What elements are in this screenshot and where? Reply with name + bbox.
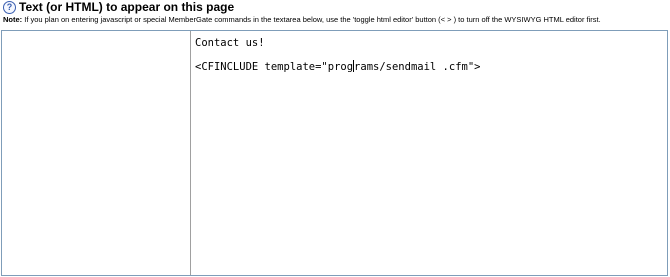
editor-note: Note: If you plan on entering javascript… (3, 15, 601, 25)
note-label: Note: (3, 15, 23, 24)
editor-line-cfinclude: <CFINCLUDE template="programs/sendmail .… (195, 60, 667, 73)
editor-blank-line (195, 50, 667, 60)
html-editor-frame: Contact us! <CFINCLUDE template="program… (1, 30, 668, 276)
editor-line-contact: Contact us! (195, 37, 265, 49)
help-icon[interactable]: ? (3, 1, 16, 14)
editor-left-pane (2, 31, 191, 275)
field-header: ? Text (or HTML) to appear on this page … (0, 0, 670, 30)
field-title: Text (or HTML) to appear on this page (19, 0, 235, 14)
page-text-editor[interactable]: Contact us! <CFINCLUDE template="program… (192, 31, 667, 275)
editor-text-before-caret: <CFINCLUDE template="prog (195, 61, 354, 73)
editor-text-after-caret: rams/sendmail .cfm"> (354, 61, 481, 73)
note-text: If you plan on entering javascript or sp… (22, 15, 601, 24)
